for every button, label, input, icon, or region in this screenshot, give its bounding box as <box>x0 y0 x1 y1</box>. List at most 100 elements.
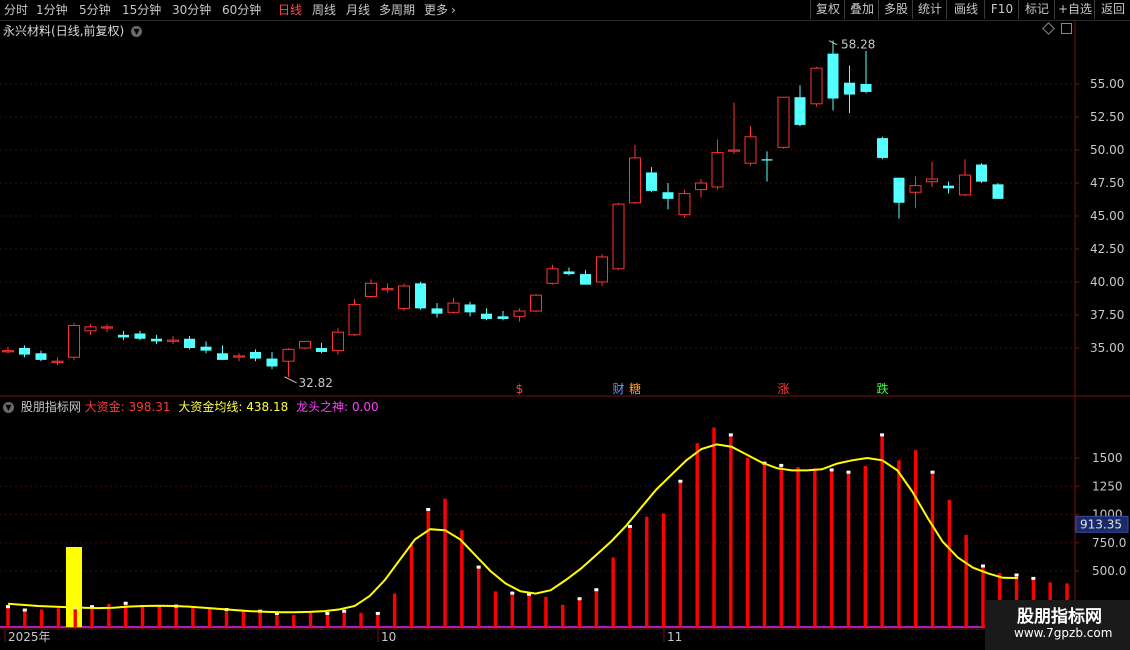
big-fund-bar-cap <box>779 463 784 467</box>
candle-body-down <box>860 84 872 92</box>
high-price-label: 58.28 <box>841 38 875 52</box>
candle-body-up <box>728 149 740 152</box>
indicator-tick-label: 1250 <box>1092 479 1123 493</box>
big-fund-bar-cap <box>325 611 330 615</box>
candle-body-down <box>19 348 30 355</box>
candle-body-down <box>646 172 657 191</box>
big-fund-bar <box>796 467 800 627</box>
low-pointer <box>284 376 297 384</box>
low-price-label: 32.82 <box>299 376 333 390</box>
watermark-url: www.7gpzb.com <box>1014 626 1113 640</box>
candle-body-down <box>431 308 443 314</box>
big-fund-bar-cap <box>627 524 632 528</box>
big-fund-bar <box>56 608 61 627</box>
candle-body-up <box>51 360 64 363</box>
big-fund-bar <box>39 609 44 627</box>
candle-body-down <box>563 271 575 275</box>
candle-body-up <box>381 288 394 291</box>
candle-body-down <box>761 159 773 161</box>
candlestick-series <box>2 40 1004 378</box>
candle-body-down <box>794 97 806 125</box>
big-fund-bar <box>493 591 498 627</box>
big-fund-bar <box>292 615 296 627</box>
candle-body-down <box>877 138 888 158</box>
candle-body-up <box>546 268 559 284</box>
date-label: 10 <box>381 630 396 644</box>
price-annotations: 58.28 32.82 <box>284 38 875 390</box>
candle-body-down <box>266 358 278 367</box>
big-fund-bar <box>157 605 161 627</box>
candle-body-down <box>316 348 327 352</box>
big-fund-bar <box>392 593 397 627</box>
indicator-axis: 150012501000750.0500.0913.35 <box>1075 451 1129 578</box>
big-fund-bar-cap <box>880 433 885 437</box>
big-fund-bar <box>6 607 10 627</box>
big-fund-bar <box>275 613 279 627</box>
price-tick-label: 42.50 <box>1090 242 1124 256</box>
candle-body-up <box>282 348 295 362</box>
price-tick-label: 35.00 <box>1090 341 1124 355</box>
candle-body-up <box>810 67 823 105</box>
price-tick-label: 37.50 <box>1090 308 1124 322</box>
watermark-title: 股朋指标网 <box>1017 607 1102 627</box>
big-fund-bar <box>695 443 699 627</box>
candle-body-down <box>827 53 839 99</box>
legend-big-fund-ma-label: 大资金均线: <box>178 400 243 414</box>
candle-body-down <box>481 313 492 319</box>
indicator-tick-label: 750.0 <box>1092 536 1126 550</box>
legend-leader-value: 0.00 <box>351 400 379 414</box>
event-marker: 跌 <box>876 381 888 396</box>
big-fund-bar <box>258 611 262 627</box>
candle-body-up <box>695 182 707 191</box>
big-fund-bar <box>880 435 884 627</box>
candle-body-up <box>2 350 14 353</box>
candle-body-down <box>992 184 1004 199</box>
candle-body-up <box>84 326 97 332</box>
big-fund-bar <box>73 608 77 627</box>
candle-body-up <box>612 203 625 270</box>
candle-body-down <box>976 164 987 182</box>
chevron-down-icon[interactable]: ▼ <box>3 402 14 413</box>
big-fund-bar-cap <box>6 605 10 609</box>
price-tick-label: 47.50 <box>1090 176 1124 190</box>
indicator-tick-label: 500.0 <box>1092 564 1126 578</box>
legend-big-fund-value: 398.31 <box>128 400 171 414</box>
big-fund-bar-cap <box>594 588 599 592</box>
candle-body-up <box>629 157 641 204</box>
candle-body-down <box>184 338 195 348</box>
candle-body-up <box>447 302 460 313</box>
candle-body-down <box>580 274 591 285</box>
big-fund-bar <box>191 607 195 627</box>
candle-body-up <box>678 193 691 216</box>
candle-body-down <box>134 333 146 339</box>
big-fund-bar <box>409 545 414 627</box>
big-fund-bar <box>527 594 531 627</box>
event-marker: 涨 <box>777 381 789 396</box>
big-fund-bar <box>561 604 565 627</box>
legend-leader-label: 龙头之神: <box>296 400 349 414</box>
big-fund-bar <box>577 599 582 627</box>
date-axis: 2025年 10 11 <box>4 629 682 644</box>
big-fund-bar <box>813 468 817 627</box>
big-fund-bar <box>678 481 683 627</box>
candle-body-down <box>415 283 426 309</box>
chart-grid <box>0 20 1130 650</box>
candle-body-down <box>217 353 228 360</box>
candle-body-up <box>926 178 938 183</box>
big-fund-bar-cap <box>829 468 834 472</box>
legend-big-fund-label: 大资金: <box>84 400 125 414</box>
price-tick-label: 45.00 <box>1090 209 1124 223</box>
candle-body-up <box>777 96 790 148</box>
indicator-bars <box>0 427 1075 628</box>
big-fund-bar-cap <box>342 609 347 613</box>
big-fund-bar <box>342 611 346 627</box>
candle-body-down <box>844 82 855 95</box>
candle-body-down <box>662 192 674 199</box>
candle-body-down <box>118 334 129 338</box>
big-fund-bar <box>846 472 851 627</box>
candle-body-up <box>711 152 724 188</box>
big-fund-bar <box>140 604 145 627</box>
big-fund-bar-cap <box>728 433 733 437</box>
kline-chart: 55.00 52.50 50.00 47.50 45.00 42.50 40.00 37.50… <box>0 20 1130 650</box>
big-fund-bar <box>544 596 548 627</box>
